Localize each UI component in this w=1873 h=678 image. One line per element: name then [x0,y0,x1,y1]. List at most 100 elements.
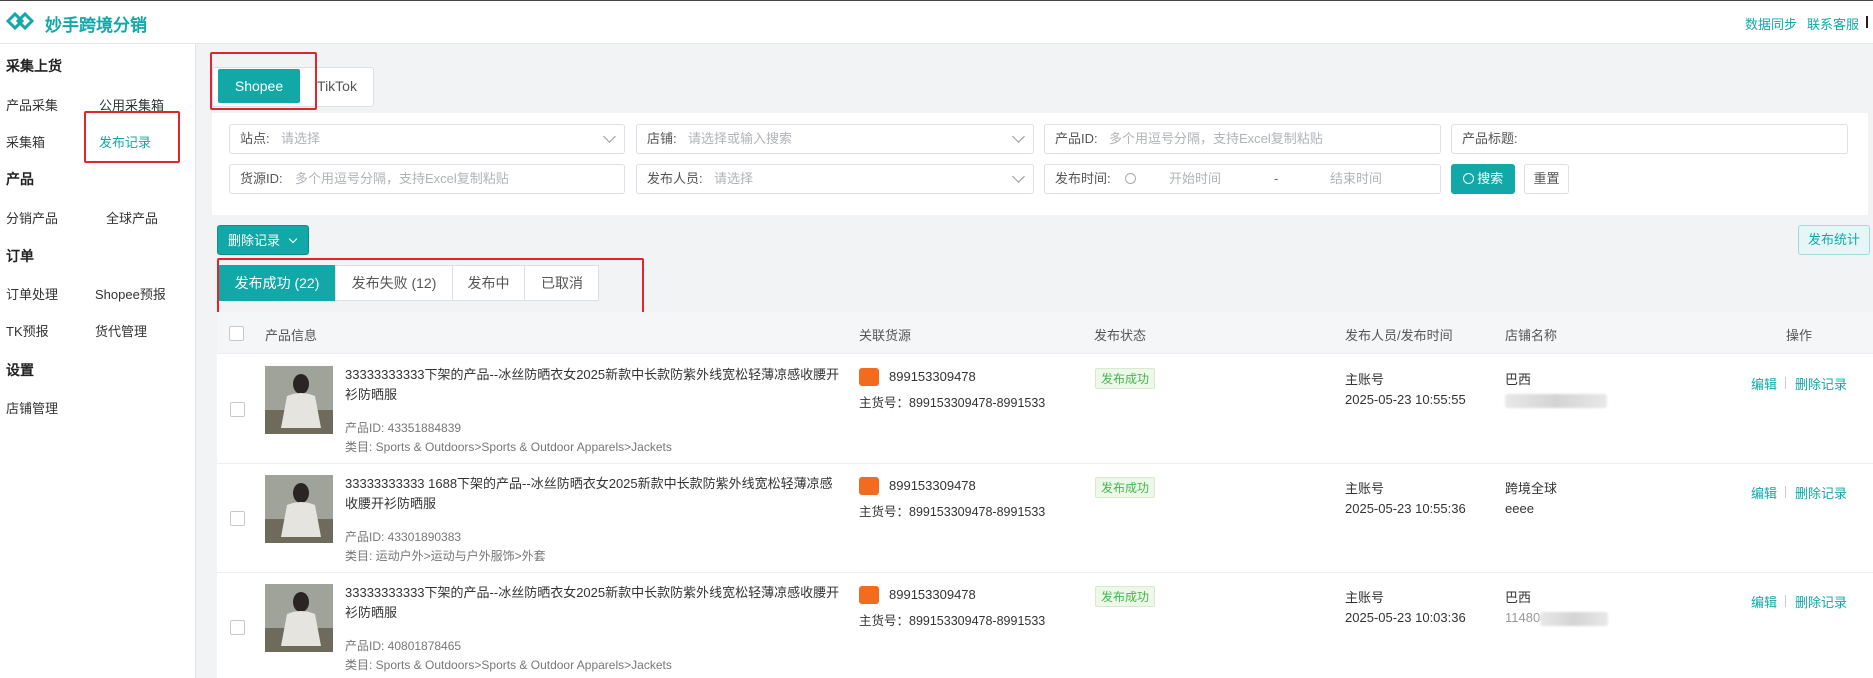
search-button[interactable]: 搜索 [1451,164,1515,194]
site-label: 站点: [240,131,270,146]
edit-link[interactable]: 编辑 [1751,374,1777,393]
user-menu-icon[interactable] [1866,16,1873,28]
sidebar-section-settings: 设置 [6,362,34,378]
product-title[interactable]: 33333333333 1688下架的产品--冰丝防晒衣女2025新款中长款防紫… [345,474,845,514]
source-id-label: 货源ID: [240,171,283,186]
time-range-separator: - [1274,171,1279,186]
product-id: 产品ID: 43351884839 [345,421,462,435]
row-checkbox[interactable] [230,402,245,417]
delete-records-button[interactable]: 删除记录 [217,225,309,255]
store-name: 巴西 [1505,590,1532,605]
delete-record-link[interactable]: 删除记录 [1795,374,1847,393]
publish-time-label: 发布时间: [1055,171,1111,186]
publisher-name: 主账号 [1345,372,1385,387]
store-sub-redacted [1540,612,1608,626]
start-time-placeholder: 开始时间 [1169,171,1222,186]
sidebar-item-global-products[interactable]: 全球产品 [106,208,158,227]
row-checkbox[interactable] [230,620,245,635]
column-publish-status: 发布状态 [1094,328,1147,343]
sidebar-item-store-management[interactable]: 店铺管理 [6,398,58,417]
delete-record-link[interactable]: 删除记录 [1795,483,1847,502]
product-title-label: 产品标题: [1462,131,1518,146]
status-badge: 发布成功 [1095,368,1156,389]
delete-record-link[interactable]: 删除记录 [1795,592,1847,611]
app-logo-icon [6,11,34,31]
product-title-input[interactable]: 产品标题: [1451,124,1848,154]
product-category: 类目: 运动户外>运动与户外服饰>外套 [345,549,546,563]
clock-icon [1125,173,1136,184]
column-store-name: 店铺名称 [1505,328,1558,343]
delete-records-label: 删除记录 [228,233,281,248]
publisher-select[interactable]: 发布人员: 请选择 [636,164,1034,194]
highlight-box-sidebar [84,111,180,163]
store-label: 店铺: [647,131,677,146]
column-publisher-time: 发布人员/发布时间 [1345,328,1453,343]
publish-time: 2025-05-23 10:55:55 [1345,392,1466,407]
contact-support-link[interactable]: 联系客服 [1807,14,1859,33]
publish-stats-button[interactable]: 发布统计 [1798,225,1870,255]
publish-time-range[interactable]: 发布时间: 开始时间 - 结束时间 [1044,164,1441,194]
source-link[interactable]: 899153309478 [889,587,976,602]
app-title: 妙手跨境分销 [45,16,147,35]
data-sync-link[interactable]: 数据同步 [1745,14,1797,33]
publisher-label: 发布人员: [647,171,703,186]
source-sku: 主货号：899153309478-8991533 [859,396,1046,410]
sidebar-item-collect-box[interactable]: 采集箱 [6,132,45,151]
chevron-down-icon [603,130,616,143]
chevron-down-icon [1012,130,1025,143]
publish-time: 2025-05-23 10:55:36 [1345,501,1466,516]
alibaba-source-icon [859,368,879,386]
store-name: 巴西 [1505,372,1532,387]
sidebar-item-tk-forecast[interactable]: TK预报 [6,321,49,340]
product-id-label: 产品ID: [1055,131,1098,146]
row-divider [217,572,1873,573]
reset-button[interactable]: 重置 [1524,164,1569,194]
row-divider [217,463,1873,464]
product-title[interactable]: 33333333333下架的产品--冰丝防晒衣女2025新款中长款防紫外线宽松轻… [345,583,845,623]
sidebar-item-freight-management[interactable]: 货代管理 [95,321,147,340]
sidebar-item-distribution-products[interactable]: 分销产品 [6,208,58,227]
table-header [217,312,1873,354]
source-id-placeholder: 多个用逗号分隔，支持Excel复制粘贴 [295,171,509,186]
product-category: 类目: Sports & Outdoors>Sports & Outdoor A… [345,440,672,454]
source-link[interactable]: 899153309478 [889,369,976,384]
publisher-name: 主账号 [1345,590,1385,605]
sidebar-item-product-collect[interactable]: 产品采集 [6,95,58,114]
store-name: 跨境全球 [1505,481,1558,496]
sidebar-item-shopee-forecast[interactable]: Shopee预报 [95,284,166,303]
product-id-input[interactable]: 产品ID: 多个用逗号分隔，支持Excel复制粘贴 [1044,124,1441,154]
edit-link[interactable]: 编辑 [1751,592,1777,611]
end-time-placeholder: 结束时间 [1330,171,1383,186]
top-bar [0,0,1873,44]
sidebar-item-order-processing[interactable]: 订单处理 [6,284,58,303]
product-thumbnail[interactable] [265,475,333,543]
sidebar-section-collect: 采集上货 [6,58,62,74]
action-divider [1785,377,1786,389]
sidebar-section-product: 产品 [6,171,34,187]
row-checkbox[interactable] [230,511,245,526]
source-id-input[interactable]: 货源ID: 多个用逗号分隔，支持Excel复制粘贴 [229,164,625,194]
product-thumbnail[interactable] [265,584,333,652]
product-id: 产品ID: 40801878465 [345,639,462,653]
source-sku: 主货号：899153309478-8991533 [859,614,1046,628]
product-thumbnail[interactable] [265,366,333,434]
chevron-down-icon [1012,170,1025,183]
column-actions: 操作 [1786,328,1813,343]
site-select[interactable]: 站点: 请选择 [229,124,625,154]
source-link[interactable]: 899153309478 [889,478,976,493]
status-badge: 发布成功 [1095,477,1156,498]
store-sub-redacted [1505,394,1607,408]
sidebar-section-order: 订单 [6,248,34,264]
product-id: 产品ID: 43301890383 [345,530,462,544]
edit-link[interactable]: 编辑 [1751,483,1777,502]
store-placeholder: 请选择或输入搜索 [688,131,793,146]
chevron-down-icon [288,234,297,244]
publisher-name: 主账号 [1345,481,1385,496]
publish-time: 2025-05-23 10:03:36 [1345,610,1466,625]
column-product-info: 产品信息 [265,328,318,343]
product-category: 类目: Sports & Outdoors>Sports & Outdoor A… [345,658,672,672]
store-select[interactable]: 店铺: 请选择或输入搜索 [636,124,1034,154]
product-title[interactable]: 33333333333下架的产品--冰丝防晒衣女2025新款中长款防紫外线宽松轻… [345,365,845,405]
store-sub-name: eeee [1505,501,1534,516]
select-all-checkbox[interactable] [229,326,244,341]
